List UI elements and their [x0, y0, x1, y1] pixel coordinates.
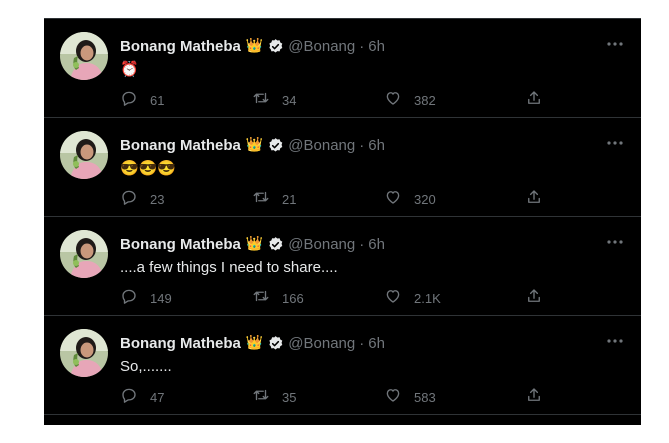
heart-icon — [384, 188, 402, 211]
tweet-time[interactable]: 6h — [368, 335, 385, 352]
separator-dot: · — [359, 235, 365, 253]
retweet-icon — [252, 89, 270, 112]
tweet-time[interactable]: 6h — [368, 38, 385, 55]
tweet[interactable]: Bonang Matheba 👑 @Bonang · 6h 😎😎😎 23 21 — [44, 118, 641, 217]
author-name[interactable]: Bonang Matheba — [120, 335, 241, 352]
avatar[interactable] — [60, 131, 108, 179]
tweet-text: ⏰ — [120, 61, 139, 78]
share-button[interactable] — [525, 287, 543, 310]
tweet-header: Bonang Matheba 👑 @Bonang · 6h — [120, 234, 385, 254]
retweet-button[interactable]: 166 — [252, 289, 304, 307]
tweet-text: So,....... — [120, 357, 172, 375]
reply-button[interactable]: 47 — [120, 388, 164, 406]
like-count: 382 — [414, 92, 436, 108]
crown-emoji: 👑 — [245, 236, 264, 252]
reply-button[interactable]: 61 — [120, 91, 164, 109]
like-button[interactable]: 583 — [384, 388, 436, 406]
crown-emoji: 👑 — [245, 137, 264, 153]
like-count: 320 — [414, 191, 436, 207]
tweet-actions: 47 35 583 — [120, 386, 550, 409]
retweet-icon — [252, 287, 270, 310]
share-icon — [525, 188, 543, 211]
tweet-actions: 61 34 382 — [120, 89, 550, 112]
reply-icon — [120, 89, 138, 112]
share-button[interactable] — [525, 188, 543, 211]
tweet[interactable]: Bonang Matheba 👑 @Bonang · 6h ⏰ 61 34 38… — [44, 19, 641, 118]
author-name[interactable]: Bonang Matheba — [120, 236, 241, 253]
reply-button[interactable]: 23 — [120, 190, 164, 208]
like-button[interactable]: 320 — [384, 190, 436, 208]
retweet-count: 34 — [282, 92, 297, 108]
more-icon[interactable] — [605, 235, 625, 249]
verified-badge-icon — [267, 335, 284, 352]
verified-badge-icon — [267, 38, 284, 55]
share-icon — [525, 89, 543, 112]
retweet-icon — [252, 386, 270, 409]
tweet[interactable]: Bonang Matheba 👑 @Bonang · 6h So,.......… — [44, 316, 641, 415]
crown-emoji: 👑 — [245, 335, 264, 351]
share-icon — [525, 386, 543, 409]
tweet-text: ....a few things I need to share.... — [120, 258, 338, 276]
tweet-feed: Bonang Matheba 👑 @Bonang · 6h ⏰ 61 34 38… — [44, 18, 641, 425]
avatar[interactable] — [60, 32, 108, 80]
reply-icon — [120, 386, 138, 409]
tweet-header: Bonang Matheba 👑 @Bonang · 6h — [120, 36, 385, 56]
verified-badge-icon — [267, 137, 284, 154]
separator-dot: · — [359, 136, 365, 154]
separator-dot: · — [359, 37, 365, 55]
avatar[interactable] — [60, 329, 108, 377]
heart-icon — [384, 386, 402, 409]
share-icon — [525, 287, 543, 310]
more-icon[interactable] — [605, 37, 625, 51]
more-icon[interactable] — [605, 334, 625, 348]
avatar[interactable] — [60, 230, 108, 278]
retweet-button[interactable]: 35 — [252, 388, 296, 406]
share-button[interactable] — [525, 89, 543, 112]
author-name[interactable]: Bonang Matheba — [120, 137, 241, 154]
author-handle[interactable]: @Bonang — [288, 335, 355, 352]
separator-dot: · — [359, 334, 365, 352]
like-button[interactable]: 2.1K — [384, 289, 441, 307]
share-button[interactable] — [525, 386, 543, 409]
retweet-icon — [252, 188, 270, 211]
reply-button[interactable]: 149 — [120, 289, 172, 307]
author-name[interactable]: Bonang Matheba — [120, 38, 241, 55]
retweet-count: 35 — [282, 389, 297, 405]
like-count: 2.1K — [414, 290, 441, 306]
reply-count: 149 — [150, 290, 172, 306]
retweet-count: 21 — [282, 191, 297, 207]
tweet[interactable]: Bonang Matheba 👑 @Bonang · 6h ....a few … — [44, 217, 641, 316]
crown-emoji: 👑 — [245, 38, 264, 54]
heart-icon — [384, 287, 402, 310]
reply-count: 23 — [150, 191, 165, 207]
retweet-button[interactable]: 34 — [252, 91, 296, 109]
author-handle[interactable]: @Bonang — [288, 38, 355, 55]
tweet-actions: 149 166 2.1K — [120, 287, 550, 310]
more-icon[interactable] — [605, 136, 625, 150]
verified-badge-icon — [267, 236, 284, 253]
tweet-text: 😎😎😎 — [120, 160, 177, 177]
tweet-time[interactable]: 6h — [368, 137, 385, 154]
author-handle[interactable]: @Bonang — [288, 236, 355, 253]
tweet-time[interactable]: 6h — [368, 236, 385, 253]
retweet-button[interactable]: 21 — [252, 190, 296, 208]
heart-icon — [384, 89, 402, 112]
tweet-header: Bonang Matheba 👑 @Bonang · 6h — [120, 333, 385, 353]
reply-count: 61 — [150, 92, 165, 108]
reply-icon — [120, 188, 138, 211]
reply-count: 47 — [150, 389, 165, 405]
like-count: 583 — [414, 389, 436, 405]
retweet-count: 166 — [282, 290, 304, 306]
tweet-header: Bonang Matheba 👑 @Bonang · 6h — [120, 135, 385, 155]
reply-icon — [120, 287, 138, 310]
like-button[interactable]: 382 — [384, 91, 436, 109]
tweet-actions: 23 21 320 — [120, 188, 550, 211]
author-handle[interactable]: @Bonang — [288, 137, 355, 154]
